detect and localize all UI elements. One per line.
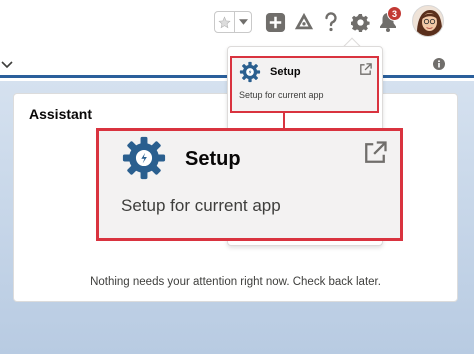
favorites-star-icon[interactable] [215,12,235,32]
help-question-icon[interactable] [321,10,341,34]
setup-menu-item-zoomed: Setup Setup for current app [96,128,403,241]
assistant-title: Assistant [29,106,93,122]
setup-gear-icon-zoomed [121,135,167,186]
external-link-icon-zoomed [361,139,389,172]
global-actions-plus-icon[interactable] [264,11,286,33]
setup-item-title: Setup [270,66,301,78]
favorites-caret-down-icon[interactable] [235,12,251,32]
trailhead-icon[interactable] [292,11,316,33]
favorites-group [214,11,252,33]
info-icon[interactable] [433,57,445,75]
setup-gear-icon[interactable] [349,11,371,33]
user-avatar[interactable] [412,5,444,37]
notification-count-badge: 3 [387,6,402,21]
setup-gear-icon [239,61,261,88]
chevron-down-icon[interactable] [1,57,13,75]
external-link-icon [358,62,373,82]
setup-item-subtitle: Setup for current app [239,90,324,100]
assistant-empty-message: Nothing needs your attention right now. … [90,276,381,288]
global-header: 3 [0,0,474,50]
setup-item-title-zoomed: Setup [185,148,241,170]
setup-item-subtitle-zoomed: Setup for current app [121,196,281,215]
setup-menu-item[interactable]: Setup Setup for current app [230,56,379,113]
